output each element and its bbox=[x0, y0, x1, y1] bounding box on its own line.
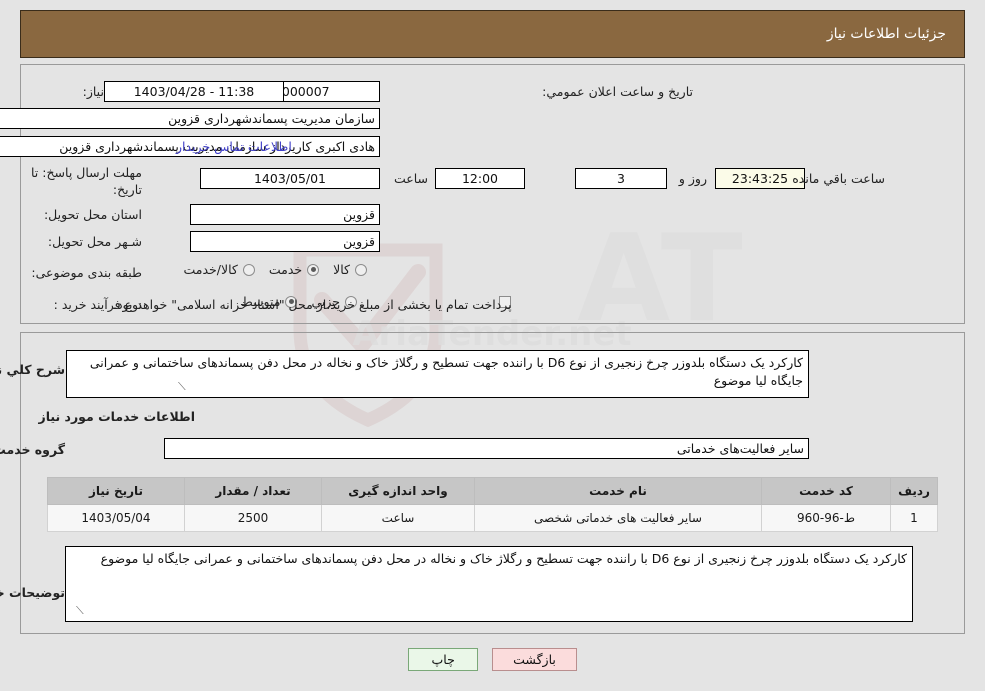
col-row-no: ردیف bbox=[890, 477, 938, 505]
col-quantity: تعداد / مقدار bbox=[184, 477, 322, 505]
category-radio-khedmat[interactable] bbox=[307, 263, 320, 276]
category-label: طبقه بندی موضوعی: bbox=[31, 265, 142, 280]
cell-service-name: سایر فعالیت های خدماتی شخصی bbox=[474, 504, 762, 532]
buyer-notes-label: توضیحات خریدار: bbox=[0, 585, 65, 600]
page-root: AT AriaTender.net جزئیات اطلاعات نیاز شم… bbox=[0, 0, 985, 691]
category-radio-kala-label: کالا bbox=[333, 262, 350, 277]
deadline-hour-value: 12:00 bbox=[435, 168, 525, 189]
days-remaining-value: 3 bbox=[575, 168, 667, 189]
announce-datetime-value: 11:38 - 1403/04/28 bbox=[104, 81, 284, 102]
deadline-date-value: 1403/05/01 bbox=[200, 168, 380, 189]
col-service-code: کد خدمت bbox=[761, 477, 891, 505]
buyer-org-value: سازمان مدیریت پسماندشهرداری قزوین bbox=[0, 108, 380, 129]
services-table: ردیف کد خدمت نام خدمت واحد اندازه گیری ت… bbox=[47, 477, 938, 532]
province-label: استان محل تحویل: bbox=[43, 207, 142, 222]
cell-quantity: 2500 bbox=[184, 504, 322, 532]
announce-datetime-label: تاریخ و ساعت اعلان عمومي: bbox=[542, 84, 693, 99]
category-radio-group: کالا خدمت کالا/خدمت bbox=[169, 262, 367, 277]
deadline-hour-label: ساعت bbox=[393, 171, 428, 186]
province-value: قزوین bbox=[190, 204, 380, 225]
cell-unit: ساعت bbox=[321, 504, 475, 532]
cell-service-code: ط-96-960 bbox=[761, 504, 891, 532]
col-service-name: نام خدمت bbox=[474, 477, 762, 505]
col-unit: واحد اندازه گیری bbox=[321, 477, 475, 505]
page-header: جزئیات اطلاعات نیاز bbox=[20, 10, 965, 58]
resize-grip-icon[interactable]: ⟋ bbox=[178, 380, 186, 394]
city-label: شـهر محل تحویل: bbox=[47, 234, 142, 249]
back-button[interactable]: بازگشت bbox=[492, 648, 577, 671]
category-radio-kala-khedmat-label: کالا/خدمت bbox=[183, 262, 238, 277]
cell-row-no: 1 bbox=[890, 504, 938, 532]
general-description-label: شرح کلي نیاز: bbox=[0, 362, 65, 377]
category-radio-kala[interactable] bbox=[355, 263, 367, 276]
col-need-date: تاریخ نیاز bbox=[47, 477, 185, 505]
category-radio-kala-khedmat[interactable] bbox=[242, 263, 255, 276]
service-group-label: گروه خدمت: bbox=[0, 442, 65, 457]
treasury-note-text: پرداخت تمام یا بخشی از مبلغ خرید،از محل … bbox=[113, 297, 512, 312]
category-radio-khedmat-label: خدمت bbox=[268, 262, 303, 277]
time-remaining-label: ساعت باقي مانده bbox=[792, 171, 885, 186]
action-button-row: بازگشت چاپ bbox=[0, 648, 985, 671]
resize-grip-icon-2[interactable]: ⟋ bbox=[76, 604, 84, 618]
city-value: قزوین bbox=[190, 231, 380, 252]
deadline-label: مهلت ارسال پاسخ: تا تاریخ: bbox=[31, 165, 142, 197]
table-header-row: ردیف کد خدمت نام خدمت واحد اندازه گیری ت… bbox=[47, 477, 938, 505]
service-group-value: سایر فعالیت‌های خدماتی bbox=[164, 438, 809, 459]
services-section-title: اطلاعات خدمات مورد نیاز bbox=[38, 409, 196, 424]
page-title: جزئیات اطلاعات نیاز bbox=[826, 26, 946, 42]
buyer-notes-text[interactable]: کارکرد یک دستگاه بلدوزر چرخ زنجیری از نو… bbox=[65, 546, 913, 622]
print-button[interactable]: چاپ bbox=[408, 648, 479, 671]
need-info-panel bbox=[20, 64, 965, 324]
table-row: 1 ط-96-960 سایر فعالیت های خدماتی شخصی س… bbox=[47, 504, 938, 532]
cell-need-date: 1403/05/04 bbox=[47, 504, 185, 532]
days-and-label: روز و bbox=[678, 171, 707, 186]
buyer-contact-link[interactable]: اطلاعات تماس خریدار bbox=[176, 139, 292, 154]
